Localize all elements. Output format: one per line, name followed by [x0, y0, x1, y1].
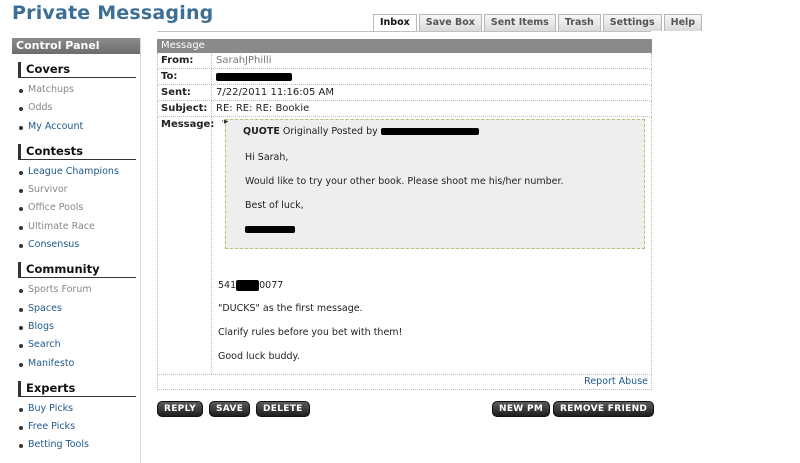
reply-button[interactable]: REPLY [157, 401, 204, 417]
redaction-mark [236, 280, 260, 291]
page-title: Private Messaging [12, 2, 214, 24]
quote-box: ·▸ QUOTE Originally Posted by Hi Sarah, … [221, 117, 645, 249]
sidebar-item-buy-picks[interactable]: Buy Picks [18, 400, 140, 418]
message-panel: Message From: SarahJPhilli To: Sent: 7/2… [157, 39, 652, 390]
control-panel-sidebar: Control Panel Covers Matchups Odds My Ac… [12, 38, 141, 463]
quote-header: QUOTE Originally Posted by [243, 126, 479, 137]
new-pm-button[interactable]: NEW PM [492, 401, 551, 417]
quote-line: Would like to try your other book. Pleas… [245, 176, 564, 187]
sent-value: 7/22/2011 11:16:05 AM [216, 87, 335, 98]
redaction-mark [245, 226, 295, 233]
from-row: From: SarahJPhilli [157, 53, 652, 69]
report-row: Report Abuse [157, 375, 652, 390]
tab-inbox[interactable]: Inbox [373, 14, 417, 31]
tab-trash[interactable]: Trash [557, 14, 601, 31]
sidebar-section-experts: Experts Buy Picks Free Picks Betting Too… [18, 380, 140, 455]
tab-save-box[interactable]: Save Box [418, 14, 482, 31]
from-label: From: [158, 53, 212, 68]
quote-line: Best of luck, [245, 200, 304, 211]
sidebar-item-my-account[interactable]: My Account [18, 118, 140, 136]
sidebar-item-spaces[interactable]: Spaces [18, 300, 140, 318]
sidebar-section-title: Contests [18, 143, 136, 160]
sidebar-item-odds[interactable]: Odds [18, 99, 140, 117]
sidebar-section-contests: Contests League Champions Survivor Offic… [18, 143, 140, 254]
tab-sent-items[interactable]: Sent Items [483, 14, 556, 31]
tab-divider [157, 31, 651, 32]
redaction-mark [380, 128, 479, 135]
phone-prefix: 541 [218, 280, 237, 291]
save-button[interactable]: SAVE [209, 401, 251, 417]
quote-signature [245, 224, 295, 235]
message-label: Message: [158, 117, 214, 374]
phone-line: 541 0077 [218, 280, 283, 291]
sidebar-item-office-pools[interactable]: Office Pools [18, 199, 140, 217]
body-line: "DUCKS" as the first message. [218, 303, 363, 314]
redaction-mark [216, 72, 292, 81]
sidebar-section-community: Community Sports Forum Spaces Blogs Sear… [18, 262, 140, 372]
sidebar-item-ultimate-race[interactable]: Ultimate Race [18, 218, 140, 236]
sent-row: Sent: 7/22/2011 11:16:05 AM [157, 85, 652, 101]
quote-line: Hi Sarah, [245, 152, 289, 163]
sidebar-section-title: Experts [18, 380, 136, 397]
sidebar-item-sports-forum[interactable]: Sports Forum [18, 281, 140, 299]
to-row: To: [157, 69, 652, 85]
body-line: Clarify rules before you bet with them! [218, 327, 403, 338]
quote-arrow-icon: ·▸ [221, 117, 229, 127]
sidebar-item-survivor[interactable]: Survivor [18, 181, 140, 199]
report-abuse-link[interactable]: Report Abuse [584, 376, 648, 387]
subject-row: Subject: RE: RE: RE: Bookie [157, 101, 652, 117]
to-label: To: [158, 69, 212, 84]
sidebar-section-title: Covers [18, 62, 136, 78]
sidebar-section-covers: Covers Matchups Odds My Account [18, 62, 140, 136]
control-panel-header: Control Panel [12, 38, 140, 54]
sidebar-item-free-picks[interactable]: Free Picks [18, 418, 140, 436]
sent-label: Sent: [158, 85, 212, 100]
subject-value: RE: RE: RE: Bookie [216, 103, 310, 114]
phone-suffix: 0077 [259, 280, 284, 291]
from-value[interactable]: SarahJPhilli [212, 53, 651, 68]
sidebar-item-consensus[interactable]: Consensus [18, 236, 140, 254]
message-panel-header: Message [157, 39, 652, 53]
delete-button[interactable]: DELETE [256, 401, 310, 417]
tab-help[interactable]: Help [663, 14, 703, 31]
subject-label: Subject: [158, 101, 212, 116]
to-value [212, 69, 651, 84]
message-body: ·▸ QUOTE Originally Posted by Hi Sarah, … [212, 117, 651, 374]
quote-keyword: QUOTE [243, 126, 280, 137]
sidebar-item-search[interactable]: Search [18, 336, 140, 354]
sidebar-item-matchups[interactable]: Matchups [18, 81, 140, 99]
tab-settings[interactable]: Settings [602, 14, 662, 31]
message-tabs: Inbox Save Box Sent Items Trash Settings… [373, 14, 704, 31]
remove-friend-button[interactable]: REMOVE FRIEND [553, 401, 655, 417]
sidebar-item-league-champions[interactable]: League Champions [18, 163, 140, 181]
body-line: Good luck buddy. [218, 351, 300, 362]
sidebar-item-betting-tools[interactable]: Betting Tools [18, 436, 140, 454]
sidebar-item-blogs[interactable]: Blogs [18, 318, 140, 336]
message-row: Message: ·▸ QUOTE Originally Posted by H… [157, 117, 652, 375]
quote-prefix: Originally Posted by [282, 126, 378, 137]
sidebar-item-manifesto[interactable]: Manifesto [18, 355, 140, 373]
sidebar-section-title: Community [18, 262, 136, 279]
